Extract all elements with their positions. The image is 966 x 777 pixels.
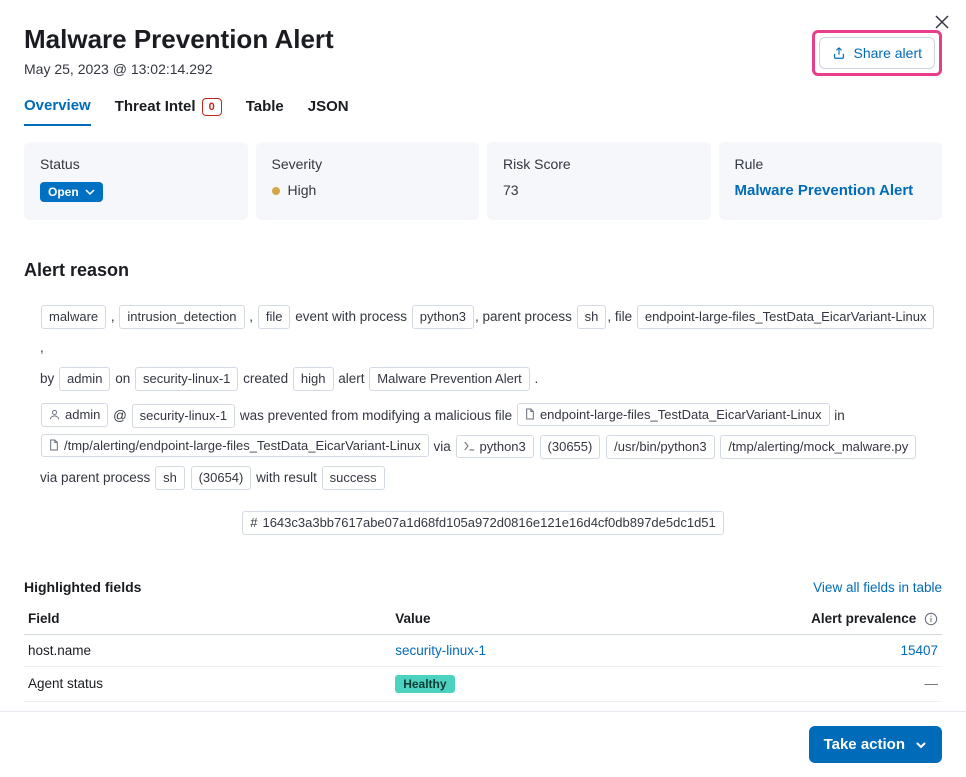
file-icon bbox=[525, 408, 535, 420]
tab-table[interactable]: Table bbox=[246, 97, 284, 126]
take-action-button[interactable]: Take action bbox=[809, 726, 942, 763]
close-icon bbox=[935, 15, 949, 29]
token-pid[interactable]: (30655) bbox=[540, 435, 601, 459]
token-file[interactable]: file bbox=[258, 305, 291, 329]
table-row: user.name admin 17149 bbox=[24, 701, 942, 711]
info-icon[interactable] bbox=[924, 612, 938, 626]
token-severity-high[interactable]: high bbox=[293, 367, 334, 391]
tab-threat-intel[interactable]: Threat Intel 0 bbox=[115, 97, 222, 126]
token-malicious-file[interactable]: endpoint-large-files_TestData_EicarVaria… bbox=[517, 403, 830, 427]
status-dropdown[interactable]: Open bbox=[40, 182, 103, 202]
close-button[interactable] bbox=[932, 12, 952, 32]
prevalence-empty: — bbox=[925, 676, 939, 691]
table-row: Agent status Healthy — bbox=[24, 666, 942, 701]
token-intrusion-detection[interactable]: intrusion_detection bbox=[119, 305, 244, 329]
token-file-path[interactable]: /tmp/alerting/endpoint-large-files_TestD… bbox=[41, 434, 429, 458]
token-user-admin[interactable]: admin bbox=[59, 367, 110, 391]
tab-json[interactable]: JSON bbox=[308, 97, 349, 126]
table-row: host.name security-linux-1 15407 bbox=[24, 634, 942, 666]
chevron-down-icon bbox=[915, 739, 927, 751]
token-proc-python3[interactable]: python3 bbox=[456, 435, 534, 459]
share-icon bbox=[832, 46, 846, 60]
share-highlight: Share alert bbox=[812, 30, 942, 76]
share-alert-button[interactable]: Share alert bbox=[819, 37, 935, 69]
highlighted-fields-title: Highlighted fields bbox=[24, 579, 141, 595]
token-host-2[interactable]: security-linux-1 bbox=[132, 404, 235, 428]
alert-reason-title: Alert reason bbox=[24, 260, 942, 281]
field-name: user.name bbox=[24, 701, 391, 711]
alert-reason-line2: admin @ security-linux-1 was prevented f… bbox=[24, 400, 942, 493]
token-host[interactable]: security-linux-1 bbox=[135, 367, 238, 391]
token-rule-name[interactable]: Malware Prevention Alert bbox=[369, 367, 530, 391]
token-proc-arg[interactable]: /tmp/alerting/mock_malware.py bbox=[720, 435, 916, 459]
token-user-admin-2[interactable]: admin bbox=[41, 403, 108, 427]
token-proc-path[interactable]: /usr/bin/python3 bbox=[606, 435, 715, 459]
summary-grid: Status Open Severity High Risk Score 73 … bbox=[24, 142, 942, 220]
field-name: Agent status bbox=[24, 666, 391, 701]
alert-reason-line1: malware , intrusion_detection , file eve… bbox=[24, 301, 942, 394]
token-result-success[interactable]: success bbox=[322, 466, 385, 490]
alert-title: Malware Prevention Alert bbox=[24, 24, 334, 55]
prevalence-link[interactable]: 15407 bbox=[900, 643, 938, 658]
risk-label: Risk Score bbox=[503, 156, 695, 172]
alert-timestamp: May 25, 2023 @ 13:02:14.292 bbox=[24, 61, 334, 77]
summary-risk: Risk Score 73 bbox=[487, 142, 711, 220]
tabs: Overview Threat Intel 0 Table JSON bbox=[0, 77, 966, 126]
col-value: Value bbox=[391, 603, 758, 635]
tab-threat-intel-label: Threat Intel bbox=[115, 98, 196, 115]
col-field: Field bbox=[24, 603, 391, 635]
summary-severity: Severity High bbox=[256, 142, 480, 220]
field-name: host.name bbox=[24, 634, 391, 666]
view-all-fields-link[interactable]: View all fields in table bbox=[813, 580, 942, 595]
user-icon bbox=[49, 409, 60, 420]
severity-value: High bbox=[272, 182, 464, 198]
file-icon bbox=[49, 439, 59, 451]
col-prevalence: Alert prevalence bbox=[758, 603, 942, 635]
token-filename[interactable]: endpoint-large-files_TestData_EicarVaria… bbox=[637, 305, 935, 329]
rule-label: Rule bbox=[735, 156, 927, 172]
token-ppid[interactable]: (30654) bbox=[191, 466, 252, 490]
summary-rule: Rule Malware Prevention Alert bbox=[719, 142, 943, 220]
status-value: Open bbox=[48, 185, 79, 199]
field-value-link[interactable]: security-linux-1 bbox=[395, 643, 486, 658]
agent-status-badge: Healthy bbox=[395, 675, 454, 693]
token-parent-sh-2[interactable]: sh bbox=[155, 466, 185, 490]
risk-value: 73 bbox=[503, 182, 695, 198]
share-alert-label: Share alert bbox=[854, 45, 922, 61]
severity-dot-icon bbox=[272, 187, 280, 195]
rule-link[interactable]: Malware Prevention Alert bbox=[735, 182, 927, 199]
token-process-python3[interactable]: python3 bbox=[412, 305, 474, 329]
terminal-icon bbox=[464, 441, 475, 451]
alert-reason-hash: # 1643c3a3bb7617abe07a1d68fd105a972d0816… bbox=[24, 507, 942, 538]
footer: Take action bbox=[0, 711, 966, 777]
highlighted-fields-table: Field Value Alert prevalence host.name s… bbox=[24, 603, 942, 711]
token-parent-sh[interactable]: sh bbox=[577, 305, 607, 329]
chevron-down-icon bbox=[85, 187, 95, 197]
tab-overview[interactable]: Overview bbox=[24, 97, 91, 126]
severity-label: Severity bbox=[272, 156, 464, 172]
token-malware[interactable]: malware bbox=[41, 305, 106, 329]
threat-intel-count-badge: 0 bbox=[202, 98, 222, 116]
status-label: Status bbox=[40, 156, 232, 172]
summary-status: Status Open bbox=[24, 142, 248, 220]
token-hash[interactable]: # 1643c3a3bb7617abe07a1d68fd105a972d0816… bbox=[242, 511, 724, 535]
take-action-label: Take action bbox=[824, 736, 905, 753]
